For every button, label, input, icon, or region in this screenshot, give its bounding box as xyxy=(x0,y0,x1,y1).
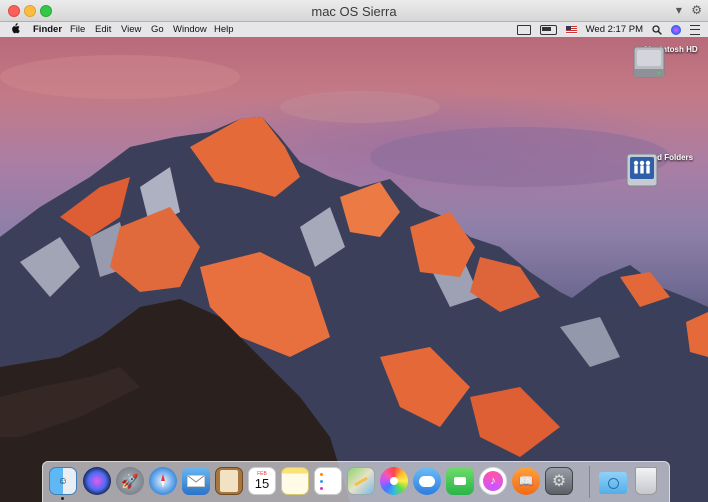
notification-center-icon[interactable] xyxy=(690,24,700,35)
downloads-folder-icon[interactable] xyxy=(599,472,627,494)
system-preferences-icon[interactable]: ⚙ xyxy=(545,467,573,495)
calendar-day: 15 xyxy=(254,476,270,491)
itunes-icon[interactable]: ♪ xyxy=(479,467,507,495)
notes-icon[interactable] xyxy=(281,467,309,495)
photos-icon[interactable] xyxy=(380,467,408,495)
ibooks-icon[interactable]: 📖 xyxy=(512,467,540,495)
dropdown-arrow-icon[interactable]: ▾ xyxy=(676,3,682,17)
apple-menu-icon[interactable] xyxy=(11,23,20,34)
menu-file[interactable]: File xyxy=(70,24,85,35)
desktop[interactable]: Macintosh HD Shared Folders xyxy=(0,37,708,502)
airplay-display-icon[interactable] xyxy=(516,24,531,35)
menu-help[interactable]: Help xyxy=(214,24,234,35)
mail-icon[interactable] xyxy=(182,467,210,495)
contacts-icon[interactable] xyxy=(215,467,243,495)
running-indicator xyxy=(61,497,64,500)
gear-icon[interactable]: ⚙ xyxy=(691,3,702,17)
menu-window[interactable]: Window xyxy=(173,24,207,35)
menu-bar: Finder File Edit View Go Window Help Wed… xyxy=(0,22,708,37)
window-titlebar: mac OS Sierra ▾ ⚙ xyxy=(0,0,708,22)
menu-edit[interactable]: Edit xyxy=(95,24,111,35)
messages-icon[interactable] xyxy=(413,467,441,495)
siri-icon[interactable] xyxy=(83,467,111,495)
finder-icon[interactable]: ☺ xyxy=(49,467,77,495)
hard-drive-icon xyxy=(633,46,665,78)
us-flag-icon[interactable] xyxy=(565,25,577,34)
battery-icon[interactable] xyxy=(539,24,557,35)
trash-icon[interactable] xyxy=(635,467,657,495)
menubar-clock[interactable]: Wed 2:17 PM xyxy=(586,24,643,35)
shared-folders-icon xyxy=(626,153,658,187)
menu-go[interactable]: Go xyxy=(151,24,164,35)
siri-menubar-icon[interactable] xyxy=(671,24,681,35)
dock-separator xyxy=(589,466,590,498)
calendar-icon[interactable]: FEB 15 xyxy=(248,467,276,495)
desktop-icon-shared-folders[interactable]: Shared Folders xyxy=(624,151,704,187)
desktop-icon-macintosh-hd[interactable]: Macintosh HD xyxy=(631,43,708,78)
menu-view[interactable]: View xyxy=(121,24,141,35)
dock: ☺ 🚀 FEB 15 ♪ 📖 ⚙ xyxy=(42,461,670,502)
window-title: mac OS Sierra xyxy=(311,4,397,19)
sierra-wallpaper xyxy=(0,55,708,502)
menu-finder[interactable]: Finder xyxy=(33,24,62,35)
maps-icon[interactable] xyxy=(347,467,375,495)
spotlight-search-icon[interactable] xyxy=(652,24,662,35)
reminders-icon[interactable] xyxy=(314,467,342,495)
launchpad-icon[interactable]: 🚀 xyxy=(116,467,144,495)
safari-icon[interactable] xyxy=(149,467,177,495)
facetime-icon[interactable] xyxy=(446,467,474,495)
